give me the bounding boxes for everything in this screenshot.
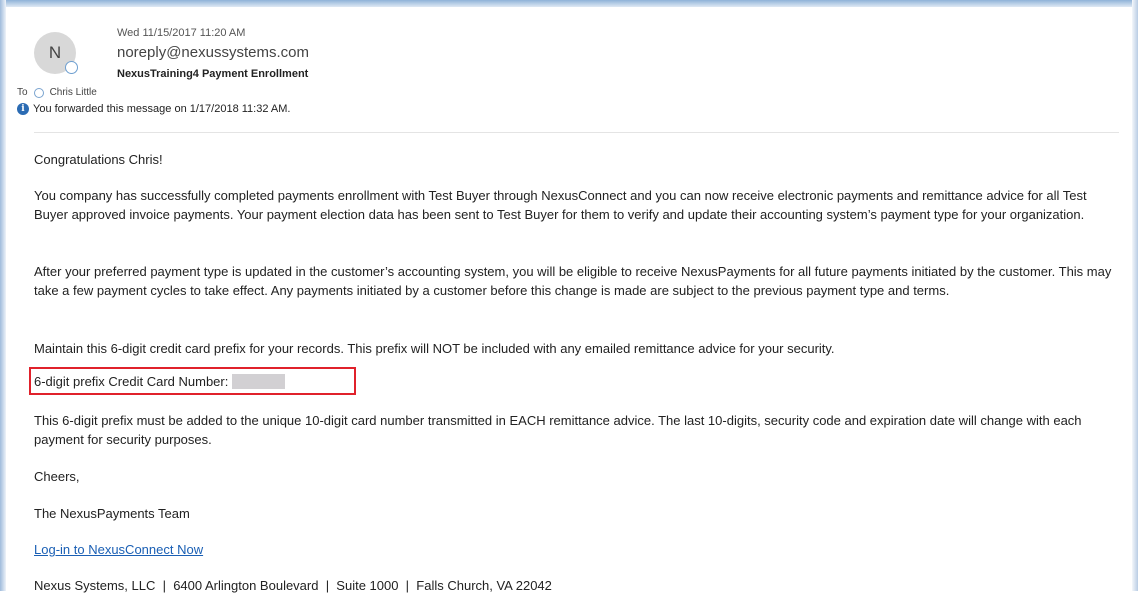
recipient-line: To Chris Little <box>17 87 97 98</box>
forward-info-text: You forwarded this message on 1/17/2018 … <box>33 103 291 115</box>
sender-address[interactable]: noreply@nexussystems.com <box>117 44 309 61</box>
header-divider <box>34 132 1119 133</box>
company-footer: Nexus Systems, LLC | 6400 Arlington Boul… <box>34 578 552 593</box>
signature: The NexusPayments Team <box>34 506 190 521</box>
forward-info-bar: i You forwarded this message on 1/17/201… <box>17 103 290 115</box>
recipient-presence-icon <box>33 87 44 98</box>
closing: Cheers, <box>34 469 80 484</box>
prefix-line: 6-digit prefix Credit Card Number: <box>34 372 286 391</box>
window-top-border <box>0 0 1138 7</box>
paragraph-payment-type: After your preferred payment type is upd… <box>34 264 1112 298</box>
email-reading-pane: N Wed 11/15/2017 11:20 AM noreply@nexuss… <box>6 7 1132 593</box>
presence-status-icon <box>65 61 78 74</box>
email-subject: NexusTraining4 Payment Enrollment <box>117 68 309 80</box>
recipient-name[interactable]: Chris Little <box>50 87 97 98</box>
login-link[interactable]: Log-in to NexusConnect Now <box>34 540 203 559</box>
paragraph-prefix-notice: Maintain this 6-digit credit card prefix… <box>34 341 835 356</box>
paragraph-enrollment: You company has successfully completed p… <box>34 188 1087 222</box>
greeting: Congratulations Chris! <box>34 152 163 167</box>
to-label: To <box>17 87 28 98</box>
email-date: Wed 11/15/2017 11:20 AM <box>117 27 246 39</box>
info-icon: i <box>17 103 29 115</box>
paragraph-card-instructions: This 6-digit prefix must be added to the… <box>34 413 1082 447</box>
prefix-label: 6-digit prefix Credit Card Number: <box>34 374 229 389</box>
redacted-prefix-number <box>232 374 286 389</box>
window-right-border <box>1132 0 1138 591</box>
